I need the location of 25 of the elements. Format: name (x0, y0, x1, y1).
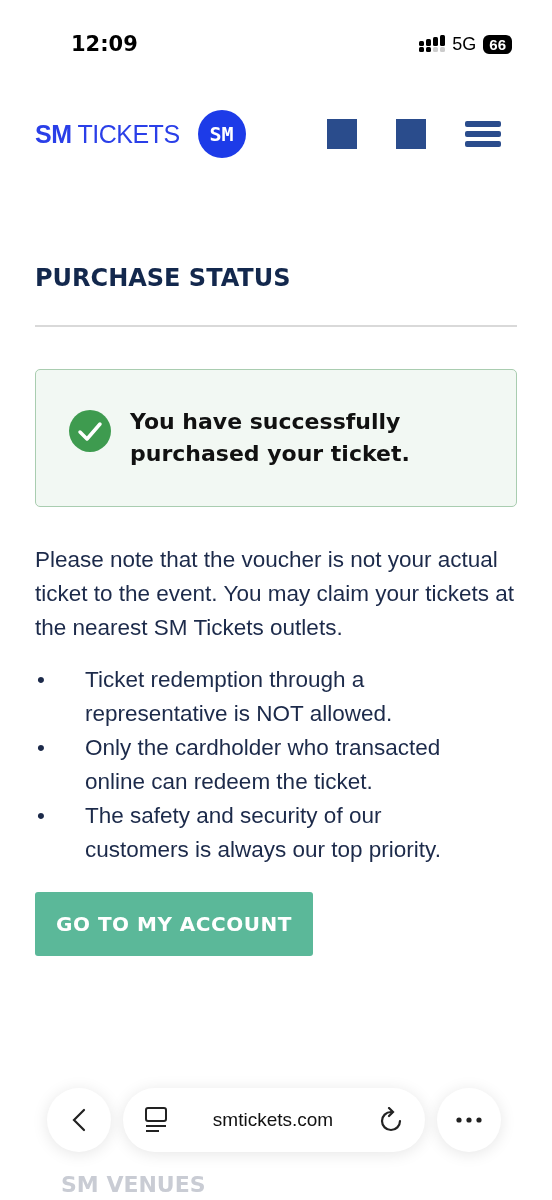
url-text: smtickets.com (212, 1109, 334, 1131)
square-icon[interactable] (327, 119, 357, 149)
bullet-text: The safety and security of our customers is always our top priority. (85, 802, 442, 864)
status-time: 12:09 (71, 32, 138, 56)
square-icon[interactable] (396, 119, 426, 149)
back-icon (72, 1108, 86, 1132)
page-title: PURCHASE STATUS (35, 264, 292, 292)
bullet-marker: • (36, 802, 46, 830)
menu-icon[interactable] (465, 121, 501, 147)
bullet-text: Ticket redemption through a representative is NOT allowed. (85, 666, 394, 728)
network-label: 5G (452, 33, 477, 55)
address-bar[interactable]: smtickets.com (123, 1088, 425, 1152)
bullet-marker: • (36, 734, 46, 762)
tabs-icon (145, 1107, 167, 1133)
bullet-marker: • (36, 666, 46, 694)
signal-icon (419, 35, 446, 53)
logo-badge: SM (197, 110, 246, 158)
reload-icon[interactable] (379, 1107, 403, 1133)
brand-logo[interactable]: SM TICKETS (35, 119, 180, 149)
note-paragraph: Please note that the voucher is not your actual ticket to the event. You may claim your tickets at the nearest SM Tickets outlets. (35, 546, 515, 642)
alert-message: You have successfully purchased your ticket. (130, 408, 411, 468)
bullet-text: Only the cardholder who transacted online can redeem the ticket. (85, 734, 442, 796)
battery-indicator: 66 (483, 34, 512, 54)
checkmark-icon (69, 410, 111, 452)
more-icon (456, 1117, 482, 1123)
